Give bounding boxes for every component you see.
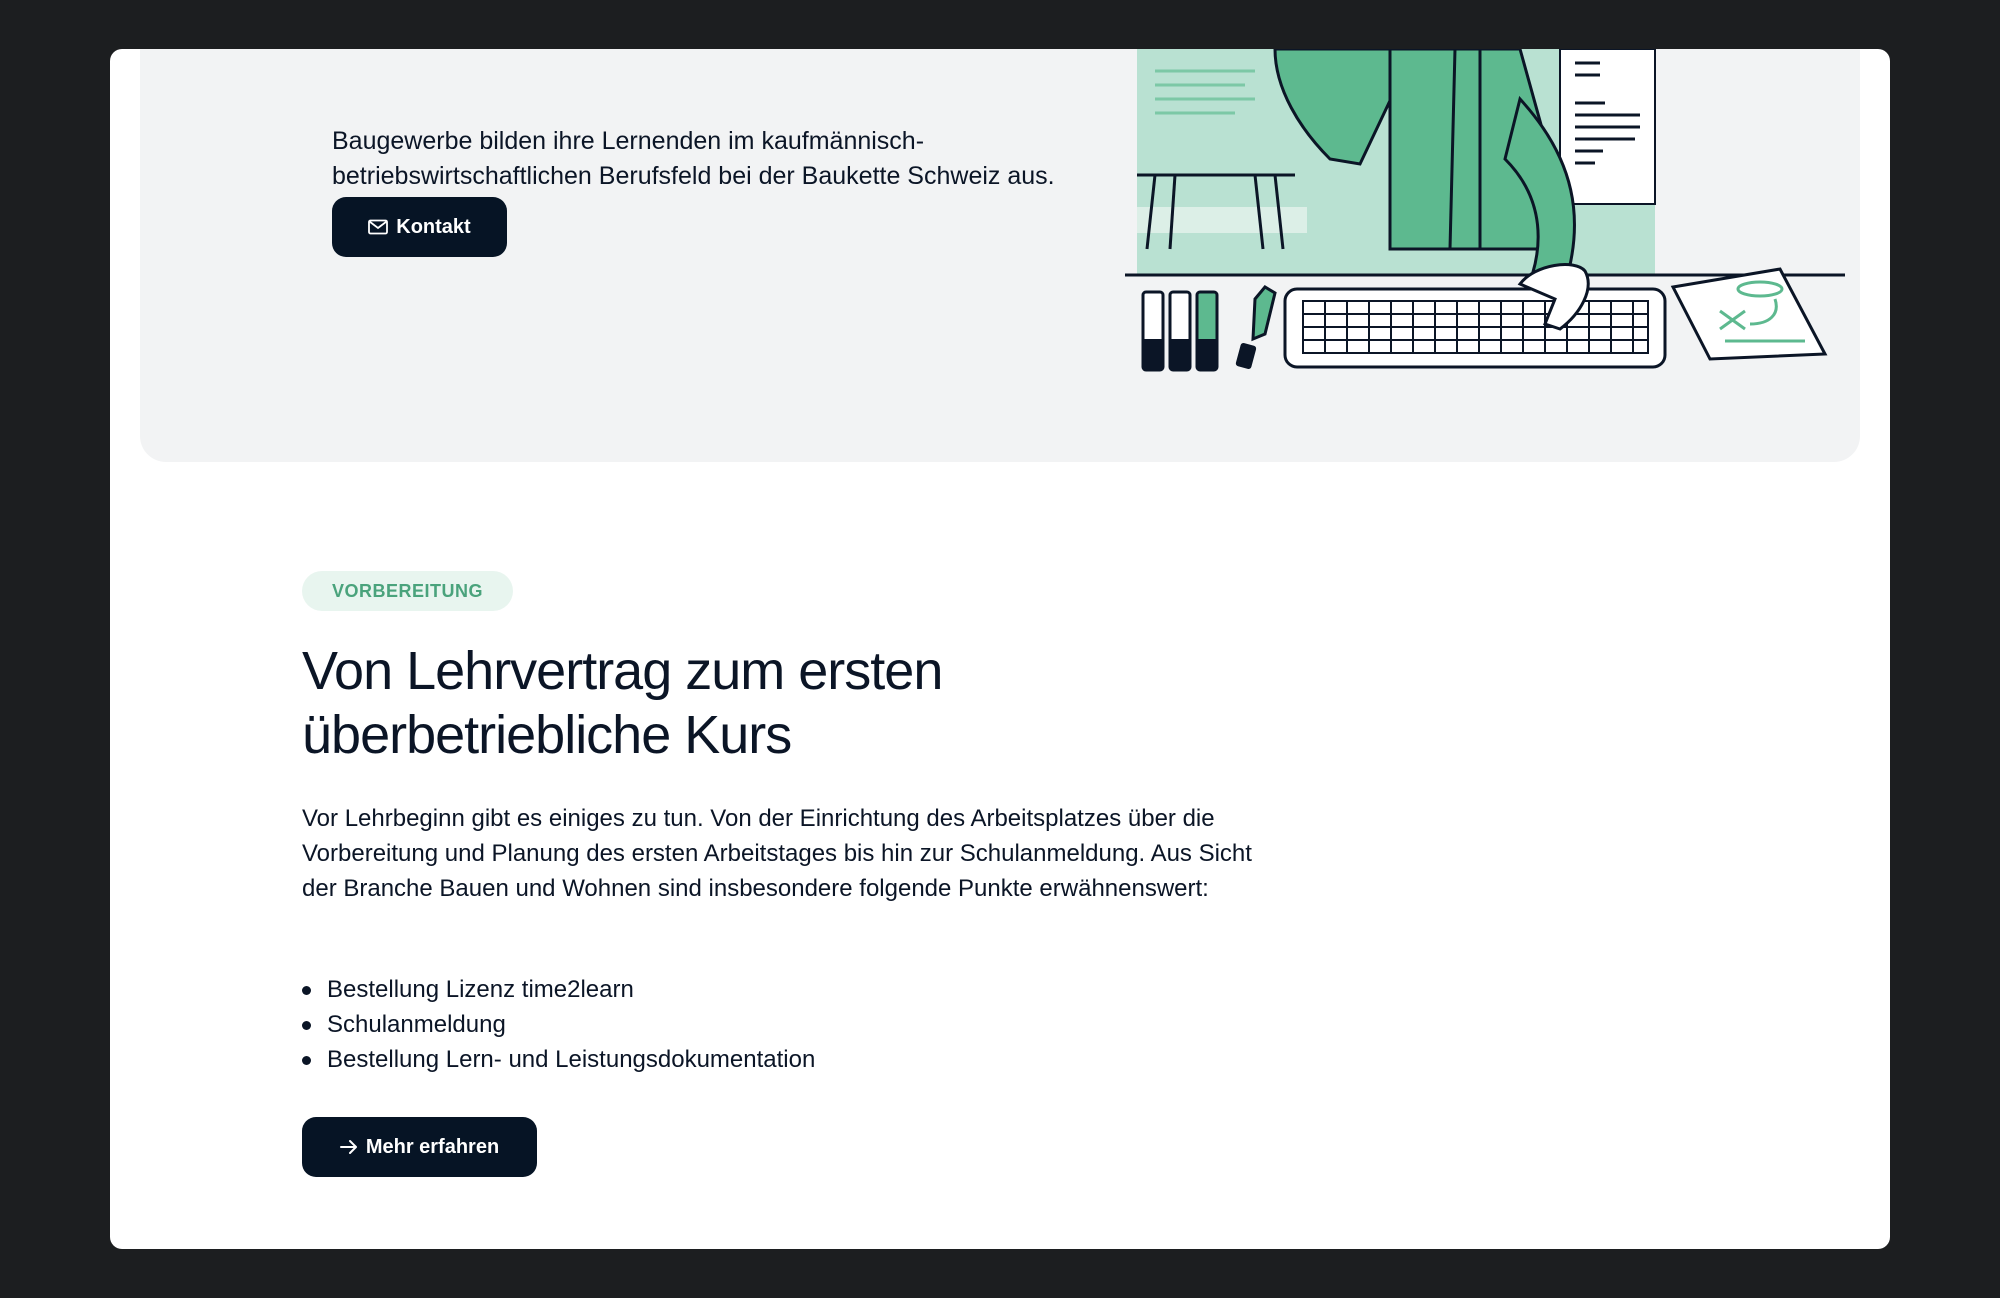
contact-button[interactable]: Kontakt xyxy=(332,197,507,257)
more-button-label: Mehr erfahren xyxy=(365,1135,500,1158)
hero-section: Baugewerbe bilden ihre Lernenden im kauf… xyxy=(140,49,1860,462)
page-card: Baugewerbe bilden ihre Lernenden im kauf… xyxy=(110,49,1890,1249)
list-item: Schulanmeldung xyxy=(302,1007,815,1042)
section-tag: VORBEREITUNG xyxy=(302,571,514,611)
office-illustration xyxy=(1125,49,1845,372)
list-item: Bestellung Lern- und Leistungsdokumentat… xyxy=(302,1042,815,1077)
list-item: Bestellung Lizenz time2learn xyxy=(302,972,815,1007)
more-button[interactable]: Mehr erfahren xyxy=(302,1117,537,1177)
hero-text: Baugewerbe bilden ihre Lernenden im kauf… xyxy=(332,127,1055,190)
contact-button-label: Kontakt xyxy=(396,215,471,238)
section-body: Vor Lehrbeginn gibt es einiges zu tun. V… xyxy=(302,805,1252,902)
section-heading: Von Lehrvertrag zum ersten überbetriebli… xyxy=(302,641,943,765)
envelope-icon xyxy=(368,219,389,235)
arrow-right-icon xyxy=(339,1140,357,1154)
bullet-list: Bestellung Lizenz time2learn Schulanmeld… xyxy=(302,972,815,1077)
